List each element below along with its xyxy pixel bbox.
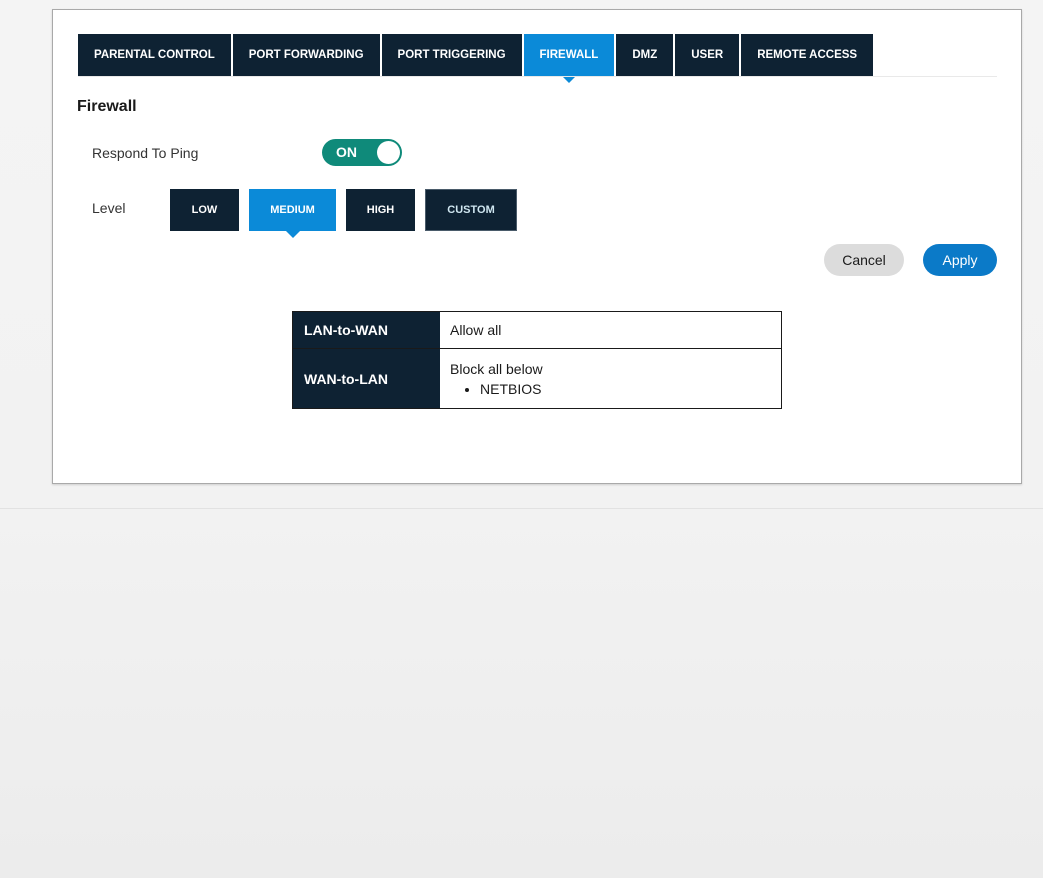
level-label: Level [92,200,126,216]
level-high-button[interactable]: HIGH [346,189,415,231]
level-low-button[interactable]: LOW [170,189,239,231]
level-medium-button[interactable]: MEDIUM [249,189,336,238]
page-divider [0,508,1043,509]
tab-firewall[interactable]: FIREWALL [523,34,615,83]
tab-dmz[interactable]: DMZ [616,34,674,76]
rule-direction: LAN-to-WAN [293,312,440,348]
rule-policy-cell: Block all below NETBIOS [440,349,781,408]
table-row: WAN-to-LAN Block all below NETBIOS [293,348,781,408]
firewall-panel: PARENTAL CONTROL PORT FORWARDING PORT TR… [52,9,1022,484]
respond-to-ping-label: Respond To Ping [92,145,199,161]
settings-tabs: PARENTAL CONTROL PORT FORWARDING PORT TR… [78,34,875,83]
respond-to-ping-toggle[interactable]: ON [322,139,402,166]
section-title: Firewall [77,98,137,115]
tabs-divider [78,76,997,77]
level-custom-button[interactable]: CUSTOM [425,189,517,231]
toggle-knob [377,141,400,164]
cancel-button[interactable]: Cancel [824,244,904,276]
firewall-rules-table: LAN-to-WAN Allow all WAN-to-LAN Block al… [292,311,782,409]
apply-button[interactable]: Apply [923,244,997,276]
rule-policy: Block all below [450,361,543,377]
tab-parental-control[interactable]: PARENTAL CONTROL [78,34,231,76]
table-row: LAN-to-WAN Allow all [293,312,781,348]
toggle-state-text: ON [336,144,357,160]
tab-port-forwarding[interactable]: PORT FORWARDING [232,34,380,76]
blocked-services-list: NETBIOS [450,379,771,399]
tab-remote-access[interactable]: REMOTE ACCESS [741,34,874,76]
tab-port-triggering[interactable]: PORT TRIGGERING [381,34,522,76]
tab-user[interactable]: USER [675,34,740,76]
rule-direction: WAN-to-LAN [293,349,440,408]
rule-policy: Allow all [450,322,502,338]
list-item: NETBIOS [480,379,771,399]
